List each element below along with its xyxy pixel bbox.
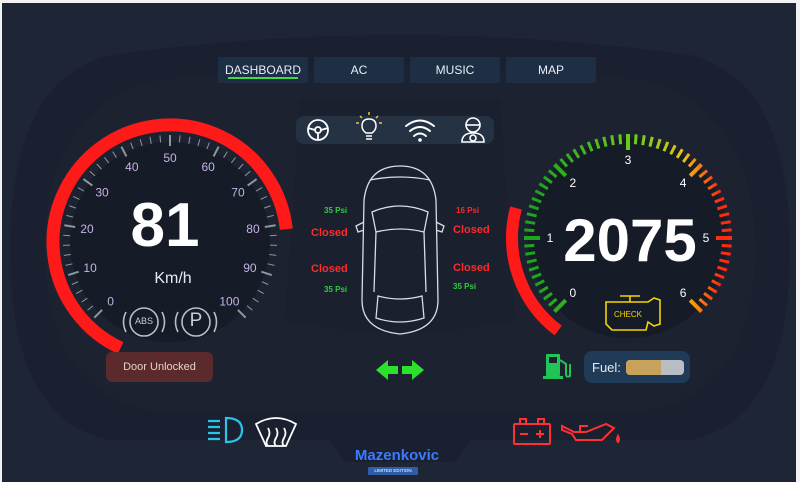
speed-unit: Km/h bbox=[154, 270, 192, 287]
edition-badge: LIMITED EDITION bbox=[368, 467, 418, 475]
rpm-tick-label: 2 bbox=[570, 176, 577, 190]
rpm-tick-label: 3 bbox=[625, 153, 632, 167]
rpm-tick bbox=[641, 135, 646, 146]
rpm-tick bbox=[610, 135, 615, 146]
speed-tick-label: 90 bbox=[243, 261, 257, 275]
rpm-tick bbox=[525, 220, 536, 225]
rpm-tick bbox=[720, 251, 731, 256]
speed-tick-label: 100 bbox=[219, 294, 239, 308]
speed-tick-label: 70 bbox=[231, 186, 245, 200]
dashboard-screen: 0102030405060708090100 0123456 bbox=[0, 0, 800, 482]
rpm-tick bbox=[720, 220, 731, 225]
front-right-tire-pressure: 16 Psi bbox=[456, 206, 480, 215]
rear-right-door-status: Closed bbox=[453, 262, 490, 274]
speed-tick bbox=[178, 135, 181, 143]
abs-label: ABS bbox=[134, 316, 153, 326]
tab-ac-label: AC bbox=[350, 63, 368, 77]
check-engine-label: CHECK bbox=[613, 310, 642, 319]
tab-dashboard-label: DASHBOARD bbox=[224, 63, 301, 77]
fuel-label: Fuel: bbox=[592, 360, 621, 375]
rpm-tick-label: 6 bbox=[680, 286, 687, 300]
speed-tick-label: 30 bbox=[95, 186, 109, 200]
status-icon-bar bbox=[296, 116, 494, 144]
rpm-tick bbox=[721, 243, 732, 248]
active-tab-indicator bbox=[228, 77, 298, 79]
speed-tick-label: 40 bbox=[125, 160, 139, 174]
rpm-tick bbox=[524, 228, 535, 233]
tab-map[interactable]: MAP bbox=[506, 57, 596, 83]
tab-map-label: MAP bbox=[537, 63, 564, 77]
speed-tick-label: 50 bbox=[163, 151, 177, 165]
brand-logo: Mazenkovic bbox=[354, 447, 440, 464]
speed-tick bbox=[159, 135, 162, 143]
rpm-value: 2075 bbox=[563, 207, 697, 274]
rpm-tick-label: 0 bbox=[570, 286, 577, 300]
fuel-gauge-track bbox=[626, 360, 684, 375]
rpm-tick bbox=[524, 243, 535, 248]
speed-tick-label: 10 bbox=[83, 261, 97, 275]
fuel-gauge-fill bbox=[626, 360, 661, 375]
speed-value: 81 bbox=[130, 191, 200, 260]
tab-music[interactable]: MUSIC bbox=[410, 57, 500, 83]
rpm-tick bbox=[721, 228, 732, 233]
parking-label: P bbox=[189, 310, 203, 331]
front-right-door-status: Closed bbox=[453, 224, 490, 236]
speed-tick-label: 60 bbox=[201, 160, 215, 174]
door-status-badge: Door Unlocked bbox=[106, 352, 213, 382]
rpm-tick bbox=[618, 134, 623, 145]
tab-dashboard[interactable]: DASHBOARD bbox=[218, 57, 308, 83]
rear-left-door-status: Closed bbox=[311, 263, 348, 275]
tab-music-label: MUSIC bbox=[435, 63, 475, 77]
rear-right-tire-pressure: 35 Psi bbox=[453, 282, 477, 291]
rear-left-tire-pressure: 35 Psi bbox=[324, 285, 348, 294]
rpm-tick bbox=[633, 134, 638, 145]
front-left-door-status: Closed bbox=[311, 227, 348, 239]
speed-tick-label: 80 bbox=[246, 222, 260, 236]
speed-tick-label: 20 bbox=[80, 222, 94, 236]
rpm-tick-label: 4 bbox=[680, 176, 687, 190]
rpm-tick bbox=[525, 251, 536, 256]
tab-ac[interactable]: AC bbox=[314, 57, 404, 83]
speed-tick-label: 0 bbox=[107, 294, 114, 308]
front-left-tire-pressure: 35 Psi bbox=[324, 206, 348, 215]
